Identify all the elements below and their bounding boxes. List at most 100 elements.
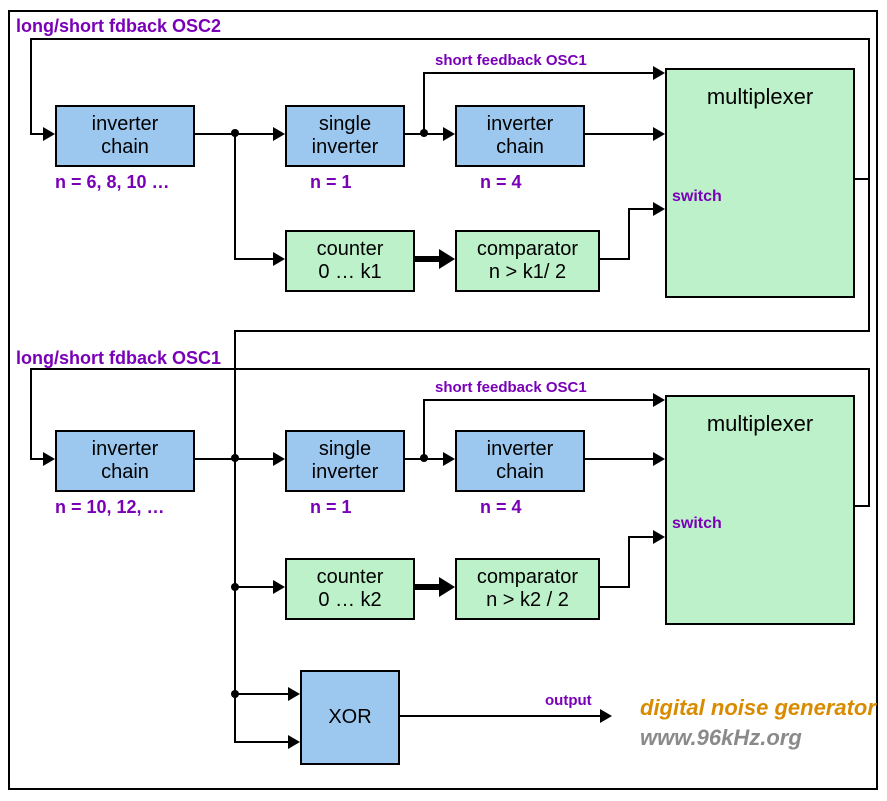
wire-thick — [415, 256, 441, 262]
osc2-comparator: comparator n > k1/ 2 — [455, 230, 600, 292]
wire — [234, 330, 870, 332]
arrowhead-icon — [439, 577, 455, 597]
wire — [234, 741, 288, 743]
osc1-inverter-chain2: inverter chain — [455, 430, 585, 492]
block-line1: inverter — [92, 113, 159, 136]
block-line1: inverter — [92, 438, 159, 461]
wire — [234, 348, 236, 743]
osc2-switch-label: switch — [672, 188, 722, 206]
wire — [585, 133, 653, 135]
output-label: output — [545, 692, 592, 709]
wire — [30, 38, 32, 135]
block-line2: n > k2 / 2 — [486, 589, 569, 612]
osc2-single-n: n = 1 — [310, 172, 352, 193]
osc1-chain2-n: n = 4 — [480, 497, 522, 518]
wire — [423, 72, 425, 133]
wire — [234, 330, 236, 350]
wire — [600, 586, 630, 588]
wire — [868, 38, 870, 180]
arrowhead-icon — [600, 709, 612, 723]
arrowhead-icon — [653, 452, 665, 466]
wire — [423, 72, 653, 74]
arrowhead-icon — [288, 735, 300, 749]
arrowhead-icon — [443, 127, 455, 141]
arrowhead-icon — [653, 66, 665, 80]
osc2-inverter-chain: inverter chain — [55, 105, 195, 167]
arrowhead-icon — [443, 452, 455, 466]
wire — [628, 208, 630, 260]
osc1-title: long/short fdback OSC1 — [16, 348, 221, 369]
osc1-invchain-n: n = 10, 12, … — [55, 497, 165, 518]
block-line1: counter — [317, 566, 384, 589]
osc1-short-fb: short feedback OSC1 — [435, 379, 587, 396]
mux-label: multiplexer — [707, 84, 813, 109]
arrowhead-icon — [273, 127, 285, 141]
wire — [585, 458, 653, 460]
arrowhead-icon — [43, 452, 55, 466]
xor-label: XOR — [328, 706, 371, 729]
block-line1: inverter — [487, 438, 554, 461]
osc1-switch-label: switch — [672, 515, 722, 533]
block-line1: comparator — [477, 566, 578, 589]
arrowhead-icon — [653, 530, 665, 544]
xor-block: XOR — [300, 670, 400, 765]
wire — [628, 208, 654, 210]
osc2-single-inverter: single inverter — [285, 105, 405, 167]
arrowhead-icon — [653, 393, 665, 407]
osc1-single-n: n = 1 — [310, 497, 352, 518]
wire — [234, 693, 288, 695]
mux-label: multiplexer — [707, 411, 813, 436]
block-line2: inverter — [312, 136, 379, 159]
arrowhead-icon — [439, 249, 455, 269]
arrowhead-icon — [288, 687, 300, 701]
wire — [423, 399, 425, 458]
wire — [600, 258, 630, 260]
osc2-counter: counter 0 … k1 — [285, 230, 415, 292]
arrowhead-icon — [43, 127, 55, 141]
osc2-inverter-chain2: inverter chain — [455, 105, 585, 167]
block-line2: 0 … k1 — [318, 261, 381, 284]
osc2-invchain-n: n = 6, 8, 10 … — [55, 172, 170, 193]
wire — [234, 258, 274, 260]
osc1-multiplexer: multiplexer — [665, 395, 855, 625]
block-line1: single — [319, 113, 371, 136]
osc2-title: long/short fdback OSC2 — [16, 16, 221, 37]
block-line1: single — [319, 438, 371, 461]
block-line2: chain — [496, 461, 544, 484]
block-line1: counter — [317, 238, 384, 261]
arrowhead-icon — [653, 127, 665, 141]
wire-thick — [415, 584, 441, 590]
osc1-single-inverter: single inverter — [285, 430, 405, 492]
wire — [868, 178, 870, 332]
block-line2: n > k1/ 2 — [489, 261, 566, 284]
block-line2: chain — [101, 461, 149, 484]
block-line2: inverter — [312, 461, 379, 484]
wire — [234, 586, 274, 588]
wire — [628, 536, 630, 588]
wire — [234, 133, 236, 260]
wire — [423, 399, 653, 401]
wire — [868, 368, 870, 507]
footer-title: digital noise generator — [640, 695, 876, 721]
arrowhead-icon — [273, 580, 285, 594]
wire — [30, 368, 870, 370]
osc1-comparator: comparator n > k2 / 2 — [455, 558, 600, 620]
osc2-chain2-n: n = 4 — [480, 172, 522, 193]
osc1-counter: counter 0 … k2 — [285, 558, 415, 620]
osc1-inverter-chain: inverter chain — [55, 430, 195, 492]
wire — [628, 536, 654, 538]
block-line2: chain — [101, 136, 149, 159]
arrowhead-icon — [273, 452, 285, 466]
arrowhead-icon — [273, 252, 285, 266]
wire — [30, 368, 32, 460]
block-line2: chain — [496, 136, 544, 159]
block-line1: comparator — [477, 238, 578, 261]
osc2-short-fb: short feedback OSC1 — [435, 52, 587, 69]
arrowhead-icon — [653, 202, 665, 216]
osc2-multiplexer: multiplexer — [665, 68, 855, 298]
wire — [30, 38, 870, 40]
footer-url: www.96kHz.org — [640, 725, 802, 751]
wire — [400, 715, 600, 717]
block-line2: 0 … k2 — [318, 589, 381, 612]
block-line1: inverter — [487, 113, 554, 136]
